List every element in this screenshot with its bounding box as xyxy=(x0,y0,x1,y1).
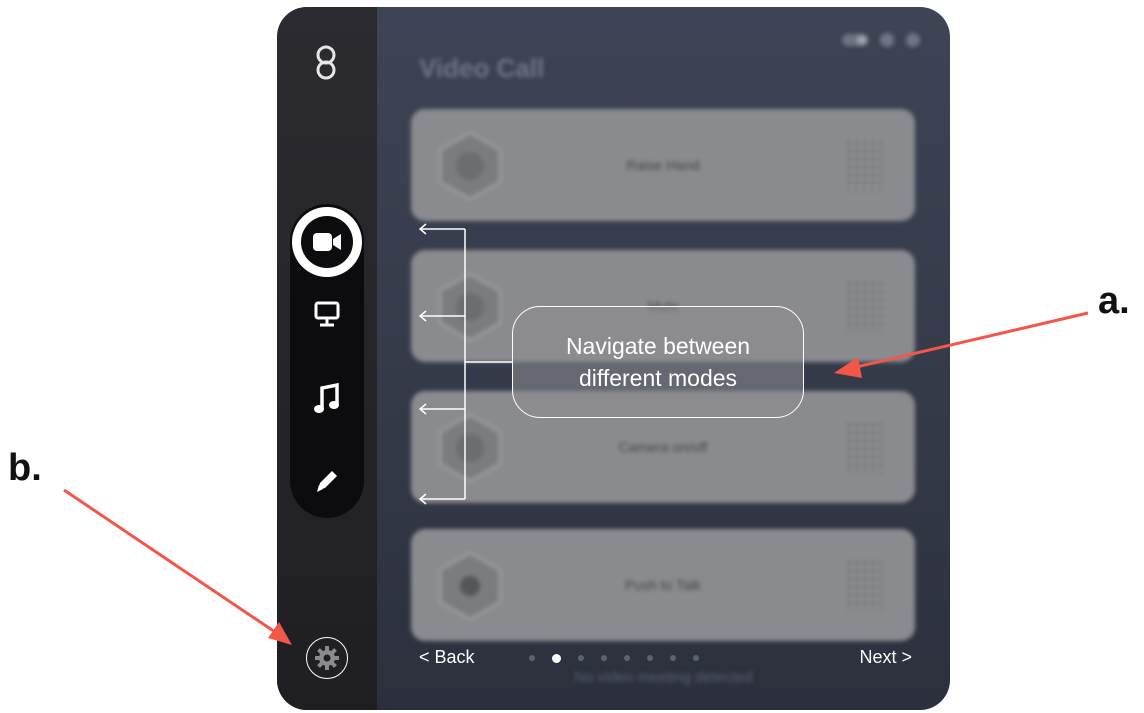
page-dot[interactable] xyxy=(578,655,584,661)
back-button[interactable]: < Back xyxy=(419,647,475,668)
video-camera-icon xyxy=(313,233,341,251)
page-dot-active[interactable] xyxy=(552,653,561,663)
action-card-push-to-talk[interactable]: Push to Talk xyxy=(411,529,915,641)
annotation-label-a: a. xyxy=(1098,280,1130,322)
callout-line-1: Navigate between xyxy=(565,333,751,359)
window-controls xyxy=(842,33,920,47)
settings-button[interactable] xyxy=(306,637,348,679)
page-dot[interactable] xyxy=(693,655,699,661)
mode-switcher xyxy=(290,204,364,518)
mode-draw-button[interactable] xyxy=(302,456,352,506)
card-label: Raise Hand xyxy=(626,157,700,173)
page-dot[interactable] xyxy=(647,655,653,661)
card-label: Push to Talk xyxy=(624,577,701,593)
pager: < Back Next > xyxy=(407,647,920,673)
page-dot[interactable] xyxy=(670,655,676,661)
mode-video-call-button[interactable] xyxy=(292,207,362,277)
sidebar xyxy=(277,7,377,710)
card-pattern xyxy=(845,139,885,191)
pencil-icon xyxy=(317,471,337,492)
card-pattern xyxy=(845,421,885,473)
gear-icon xyxy=(315,646,339,670)
annotation-arrow-b xyxy=(63,488,292,645)
app-logo-icon xyxy=(316,45,336,80)
power-icon[interactable] xyxy=(906,33,920,47)
music-note-icon xyxy=(314,382,339,413)
next-button[interactable]: Next > xyxy=(859,647,912,668)
help-icon[interactable] xyxy=(880,33,894,47)
mode-presentation-button[interactable] xyxy=(302,289,352,339)
callout-line-2: different modes xyxy=(578,365,738,391)
card-label: Camera on/off xyxy=(618,439,708,455)
mode-music-button[interactable] xyxy=(302,374,352,424)
page-dot[interactable] xyxy=(624,655,630,661)
page-indicator xyxy=(529,653,699,663)
monitor-icon xyxy=(314,301,340,327)
card-pattern xyxy=(845,280,885,332)
toggle-icon[interactable] xyxy=(842,34,868,46)
navigation-callout: Navigate between different modes xyxy=(512,306,804,418)
page-dot[interactable] xyxy=(601,655,607,661)
page-title: Video Call xyxy=(419,53,545,83)
action-card-raise-hand[interactable]: Raise Hand xyxy=(411,109,915,221)
card-pattern xyxy=(845,559,885,611)
annotation-label-b: b. xyxy=(8,447,42,489)
page-dot[interactable] xyxy=(529,655,535,661)
